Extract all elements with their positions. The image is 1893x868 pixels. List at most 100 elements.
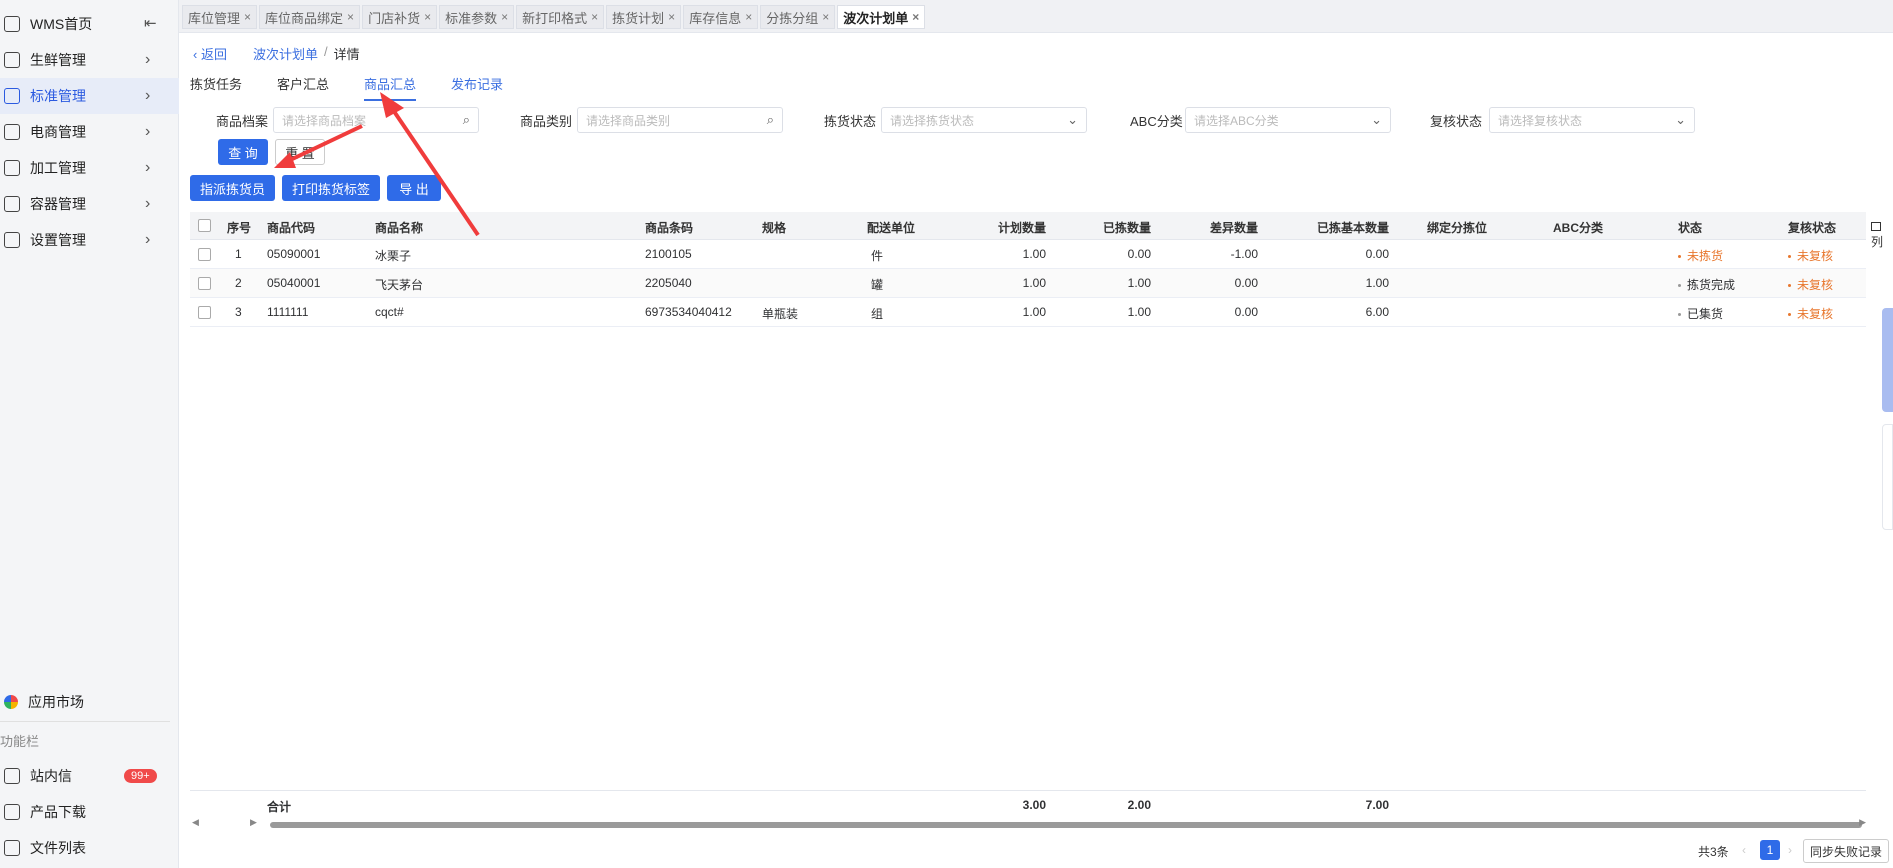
- table-row[interactable]: 3 1111111 cqct# 6973534040412 单瓶装 组 1.00 1.00 0.…: [190, 298, 1866, 327]
- tab-2[interactable]: 门店补货 ×: [362, 5, 438, 29]
- side-float-panel[interactable]: [1882, 308, 1893, 412]
- filter-input[interactable]: 请选择商品类别 ⌕: [577, 107, 783, 133]
- side-service-panel[interactable]: [1882, 424, 1893, 530]
- column-header[interactable]: 复核状态: [1788, 219, 1836, 236]
- status-text: 未复核: [1797, 278, 1834, 292]
- sidebar-item-label: 生鲜管理: [30, 52, 86, 68]
- filter-input[interactable]: 请选择商品档案 ⌕: [273, 107, 479, 133]
- table-row[interactable]: 2 05040001 飞天茅台 2205040 罐 1.00 1.00 0.00 1.00 拣货完…: [190, 269, 1866, 298]
- tab-label: 库位管理: [188, 10, 241, 26]
- summary-cell: 3.00: [1022, 798, 1046, 812]
- sidebar-item-1[interactable]: 生鲜管理 ›: [0, 42, 179, 78]
- assign-picker-button[interactable]: 指派拣货员: [190, 175, 275, 201]
- row-checkbox[interactable]: [198, 277, 211, 290]
- close-icon[interactable]: ×: [668, 10, 675, 24]
- sidebar-item-3[interactable]: 电商管理 ›: [0, 114, 179, 150]
- sync-failed-records-button[interactable]: 同步失败记录: [1803, 839, 1889, 863]
- tab-4[interactable]: 新打印格式 ×: [516, 5, 605, 29]
- tab-6[interactable]: 库存信息 ×: [683, 5, 759, 29]
- fresh-icon: [4, 52, 20, 68]
- column-header[interactable]: 差异数量: [1210, 219, 1258, 236]
- column-header[interactable]: ABC分类: [1553, 219, 1603, 236]
- sidebar-item-messages[interactable]: 站内信 99+: [0, 758, 179, 794]
- column-setting-button[interactable]: 列: [1871, 222, 1887, 250]
- query-button[interactable]: 查 询: [218, 139, 268, 165]
- table-horizontal-scrollbar[interactable]: ◀ ▶ ▶: [190, 817, 1866, 830]
- close-icon[interactable]: ×: [501, 10, 508, 24]
- tab-5[interactable]: 拣货计划 ×: [606, 5, 682, 29]
- tab-8[interactable]: 波次计划单 ×: [837, 5, 926, 29]
- sidebar-item-2[interactable]: 标准管理 ›: [0, 78, 179, 114]
- close-icon[interactable]: ×: [912, 10, 919, 24]
- reset-button[interactable]: 重 置: [275, 139, 325, 165]
- subtab-1[interactable]: 客户汇总: [277, 74, 329, 101]
- tab-label: 标准参数: [445, 10, 498, 26]
- filter-placeholder: 请选择商品类别: [586, 113, 671, 128]
- print-pick-label-button[interactable]: 打印拣货标签: [282, 175, 380, 201]
- close-icon[interactable]: ×: [822, 10, 829, 24]
- chevron-right-icon: ›: [145, 195, 151, 212]
- tab-3[interactable]: 标准参数 ×: [439, 5, 515, 29]
- subtab-3[interactable]: 发布记录: [451, 74, 503, 101]
- sidebar-item-5[interactable]: 容器管理 ›: [0, 186, 179, 222]
- close-icon[interactable]: ×: [347, 10, 354, 24]
- sidebar-item-downloads[interactable]: 产品下载: [0, 794, 179, 830]
- scroll-left-icon[interactable]: ◀: [192, 817, 199, 828]
- subtab-0[interactable]: 拣货任务: [190, 74, 242, 101]
- subtab-2[interactable]: 商品汇总: [364, 74, 417, 101]
- sidebar-item-6[interactable]: 设置管理 ›: [0, 222, 179, 258]
- tab-7[interactable]: 分拣分组 ×: [760, 5, 836, 29]
- filter-input[interactable]: 请选择ABC分类 ⌄: [1185, 107, 1391, 133]
- row-checkbox[interactable]: [198, 306, 211, 319]
- scroll-right-icon[interactable]: ▶: [1859, 817, 1866, 828]
- chevron-down-icon: ⌄: [1371, 112, 1382, 127]
- tab-1[interactable]: 库位商品绑定 ×: [259, 5, 361, 29]
- column-header[interactable]: 状态: [1678, 219, 1702, 236]
- breadcrumb-parent[interactable]: 波次计划单: [253, 44, 318, 63]
- tab-0[interactable]: 库位管理 ×: [182, 5, 258, 29]
- column-header[interactable]: 计划数量: [998, 219, 1046, 236]
- close-icon[interactable]: ×: [244, 10, 251, 24]
- sidebar-item-files[interactable]: 文件列表: [0, 830, 179, 866]
- select-all-checkbox[interactable]: [198, 219, 211, 232]
- column-header[interactable]: 商品条码: [645, 219, 693, 236]
- sidebar-item-4[interactable]: 加工管理 ›: [0, 150, 179, 186]
- sidebar-item-0[interactable]: WMS首页: [0, 6, 179, 42]
- search-icon: ⌕: [462, 112, 470, 127]
- page-number[interactable]: 1: [1760, 840, 1780, 860]
- column-header[interactable]: 商品名称: [375, 219, 423, 236]
- sidebar-item-app-market[interactable]: 应用市场: [0, 684, 179, 720]
- tab-label: 分拣分组: [766, 10, 819, 26]
- scroll-thumb[interactable]: [270, 822, 1862, 828]
- mail-icon: [4, 768, 20, 784]
- column-header[interactable]: 序号: [227, 219, 251, 236]
- summary-cell: 7.00: [1365, 798, 1389, 812]
- column-header[interactable]: 配送单位: [867, 219, 915, 236]
- prev-page-icon[interactable]: ‹: [1742, 843, 1746, 857]
- sidebar-item-label: 电商管理: [30, 124, 86, 140]
- row-checkbox[interactable]: [198, 248, 211, 261]
- table-row[interactable]: 1 05090001 冰栗子 2100105 件 1.00 0.00 -1.00 0.00 未拣货…: [190, 240, 1866, 269]
- chevron-right-icon: ›: [145, 51, 151, 68]
- scroll-left-fixed-icon[interactable]: ▶: [250, 817, 257, 828]
- close-icon[interactable]: ×: [591, 10, 598, 24]
- column-header[interactable]: 绑定分拣位: [1427, 219, 1487, 236]
- column-header[interactable]: 已拣数量: [1103, 219, 1151, 236]
- filter-label: 商品类别: [520, 114, 573, 129]
- close-icon[interactable]: ×: [745, 10, 752, 24]
- column-header[interactable]: 商品代码: [267, 219, 315, 236]
- close-icon[interactable]: ×: [424, 10, 431, 24]
- detail-subtabs: 拣货任务 客户汇总 商品汇总 发布记录: [190, 74, 538, 101]
- column-header[interactable]: 已拣基本数量: [1317, 219, 1389, 236]
- column-header[interactable]: 规格: [762, 219, 786, 236]
- filter-label: 商品档案: [216, 114, 269, 129]
- filter-input[interactable]: 请选择拣货状态 ⌄: [881, 107, 1087, 133]
- container-icon: [4, 196, 20, 212]
- table-cell: 1.00: [1127, 305, 1151, 319]
- back-link[interactable]: ‹ 返回: [193, 44, 227, 63]
- export-button[interactable]: 导 出: [387, 175, 441, 201]
- files-label: 文件列表: [30, 840, 86, 856]
- sidebar-item-label: 加工管理: [30, 160, 86, 176]
- filter-input[interactable]: 请选择复核状态 ⌄: [1489, 107, 1695, 133]
- next-page-icon[interactable]: ›: [1788, 843, 1792, 857]
